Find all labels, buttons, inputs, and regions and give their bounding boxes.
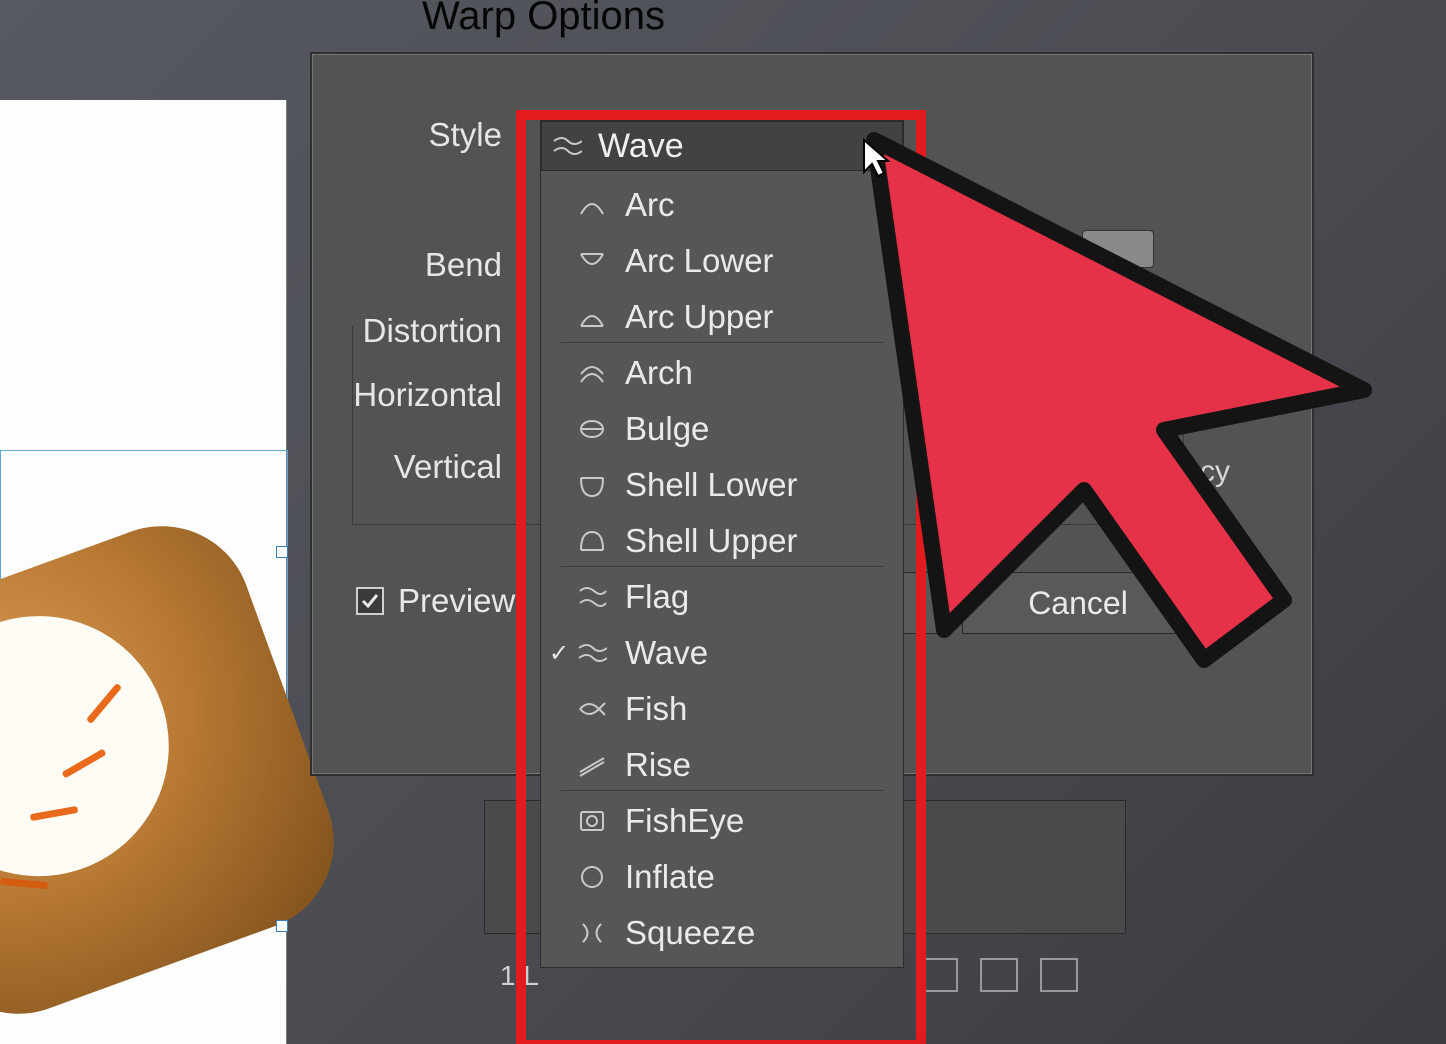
preview-checkbox[interactable] xyxy=(356,587,384,615)
squeeze-icon xyxy=(577,920,607,946)
style-option-bulge[interactable]: Bulge xyxy=(541,401,903,457)
system-cursor-icon xyxy=(862,138,890,178)
shell-upper-icon xyxy=(577,528,607,554)
style-option-inflate[interactable]: Inflate xyxy=(541,849,903,905)
new-layer-icon[interactable] xyxy=(920,958,958,992)
style-dropdown-selected-label: Wave xyxy=(598,127,684,166)
fish-icon xyxy=(577,696,607,722)
bulge-icon xyxy=(577,416,607,442)
layers-status-text: 1 L xyxy=(500,960,539,992)
style-option-squeeze[interactable]: Squeeze xyxy=(541,905,903,961)
shell-lower-icon xyxy=(577,472,607,498)
style-option-arc-upper[interactable]: Arc Upper xyxy=(541,289,903,345)
wave-icon xyxy=(552,133,582,159)
style-option-fish[interactable]: Fish xyxy=(541,681,903,737)
style-label: Style xyxy=(372,116,502,154)
style-dropdown-list: Arc Arc Lower Arc Upper Arch Bulge Shell Lowe… xyxy=(541,171,903,967)
canvas-area xyxy=(0,100,287,1044)
tutorial-cursor-arrow xyxy=(864,130,1384,690)
arc-icon xyxy=(577,192,607,218)
style-option-shell-lower[interactable]: Shell Lower xyxy=(541,457,903,513)
panel-menu-icon[interactable] xyxy=(1040,958,1078,992)
style-option-shell-upper[interactable]: Shell Upper xyxy=(541,513,903,569)
style-option-label: FishEye xyxy=(625,802,744,840)
style-option-label: Fish xyxy=(625,690,687,728)
selection-handle[interactable] xyxy=(276,546,288,558)
style-option-wave[interactable]: ✓ Wave xyxy=(541,625,903,681)
style-option-label: Flag xyxy=(625,578,689,616)
style-option-flag[interactable]: Flag xyxy=(541,569,903,625)
style-dropdown-selected[interactable]: Wave ▼ xyxy=(541,121,903,171)
style-option-label: Bulge xyxy=(625,410,709,448)
style-option-label: Rise xyxy=(625,746,691,784)
selection-handle[interactable] xyxy=(276,920,288,932)
style-option-label: Arc Upper xyxy=(625,298,774,336)
flag-icon xyxy=(577,584,607,610)
inflate-icon xyxy=(577,864,607,890)
checkmark-icon: ✓ xyxy=(549,639,569,668)
style-option-fisheye[interactable]: FishEye xyxy=(541,793,903,849)
bend-label: Bend xyxy=(372,246,502,284)
style-option-label: Shell Upper xyxy=(625,522,797,560)
style-option-label: Squeeze xyxy=(625,914,755,952)
style-option-label: Arc xyxy=(625,186,675,224)
style-option-arch[interactable]: Arch xyxy=(541,345,903,401)
style-option-label: Shell Lower xyxy=(625,466,797,504)
artwork-ticks xyxy=(20,580,260,820)
style-option-label: Inflate xyxy=(625,858,715,896)
app-background: Warp Options Style Bend Distortion Horiz… xyxy=(0,0,1446,1044)
dialog-title: Warp Options xyxy=(422,0,665,39)
style-dropdown[interactable]: Wave ▼ Arc Arc Lower Arc Upper Arch Bulge She… xyxy=(540,120,904,968)
arc-lower-icon xyxy=(577,248,607,274)
style-option-label: Arch xyxy=(625,354,693,392)
arc-upper-icon xyxy=(577,304,607,330)
delete-layer-icon[interactable] xyxy=(980,958,1018,992)
arch-icon xyxy=(577,360,607,386)
preview-checkbox-row[interactable]: Preview xyxy=(356,582,515,620)
style-option-rise[interactable]: Rise xyxy=(541,737,903,793)
rise-icon xyxy=(577,752,607,778)
fisheye-icon xyxy=(577,808,607,834)
wave-icon xyxy=(577,640,607,666)
style-option-label: Arc Lower xyxy=(625,242,774,280)
preview-label: Preview xyxy=(398,582,515,620)
style-option-arc-lower[interactable]: Arc Lower xyxy=(541,233,903,289)
style-option-label: Wave xyxy=(625,634,708,672)
style-option-arc[interactable]: Arc xyxy=(541,177,903,233)
